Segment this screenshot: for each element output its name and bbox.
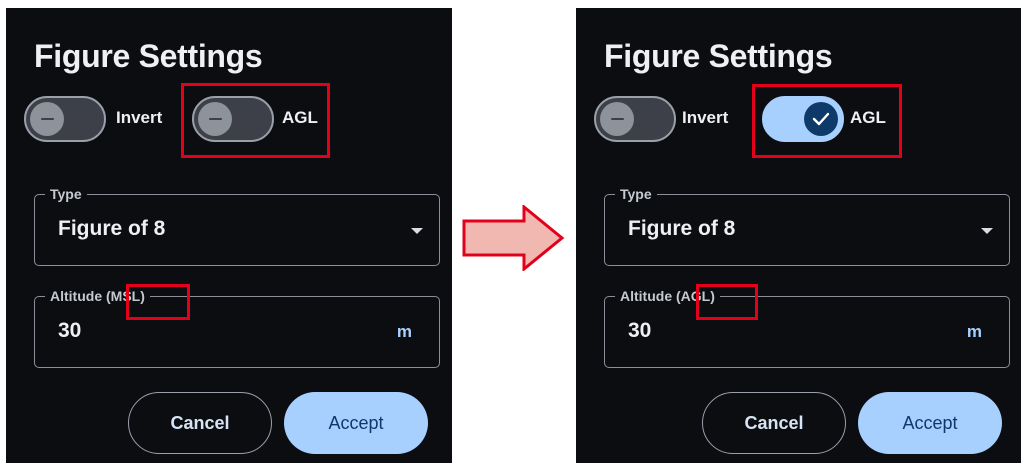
minus-icon	[600, 102, 634, 136]
accept-button[interactable]: Accept	[858, 392, 1002, 454]
altitude-reference: (MSL)	[106, 288, 145, 304]
invert-toggle[interactable]	[24, 96, 106, 142]
accept-button[interactable]: Accept	[284, 392, 428, 454]
type-value: Figure of 8	[628, 217, 736, 240]
altitude-field[interactable]: Altitude (MSL) 30 m	[34, 287, 440, 368]
cancel-button[interactable]: Cancel	[702, 392, 846, 454]
type-select[interactable]: Type Figure of 8	[604, 185, 1010, 266]
invert-toggle[interactable]	[594, 96, 676, 142]
type-legend: Type	[615, 185, 657, 203]
altitude-value[interactable]: 30	[58, 319, 81, 343]
altitude-unit: m	[966, 322, 982, 341]
altitude-value[interactable]: 30	[628, 319, 651, 343]
agl-toggle[interactable]	[762, 96, 844, 142]
panel-title: Figure Settings	[604, 38, 833, 74]
altitude-unit: m	[396, 322, 412, 341]
cancel-button[interactable]: Cancel	[128, 392, 272, 454]
type-value: Figure of 8	[58, 217, 166, 240]
type-legend: Type	[45, 185, 87, 203]
altitude-legend-prefix: Altitude	[620, 288, 673, 304]
altitude-field[interactable]: Altitude (AGL) 30 m	[604, 287, 1010, 368]
altitude-legend: Altitude (AGL)	[615, 287, 720, 305]
agl-toggle[interactable]	[192, 96, 274, 142]
altitude-legend-prefix: Altitude	[50, 288, 103, 304]
minus-icon	[198, 102, 232, 136]
invert-label: Invert	[116, 108, 163, 127]
agl-label: AGL	[850, 108, 886, 127]
invert-label: Invert	[682, 108, 729, 127]
agl-label: AGL	[282, 108, 318, 127]
minus-icon	[30, 102, 64, 136]
type-select[interactable]: Type Figure of 8	[34, 185, 440, 266]
altitude-legend: Altitude (MSL)	[45, 287, 150, 305]
panel-title: Figure Settings	[34, 38, 263, 74]
altitude-reference: (AGL)	[676, 288, 715, 304]
figure-settings-panel-before: Figure Settings Invert AGL Type Figure o…	[6, 8, 452, 463]
check-icon	[804, 102, 838, 136]
figure-settings-panel-after: Figure Settings Invert AGL Type Figure o…	[576, 8, 1021, 463]
chevron-down-icon[interactable]	[411, 228, 423, 234]
chevron-down-icon[interactable]	[981, 228, 993, 234]
right-arrow-icon	[462, 205, 565, 271]
